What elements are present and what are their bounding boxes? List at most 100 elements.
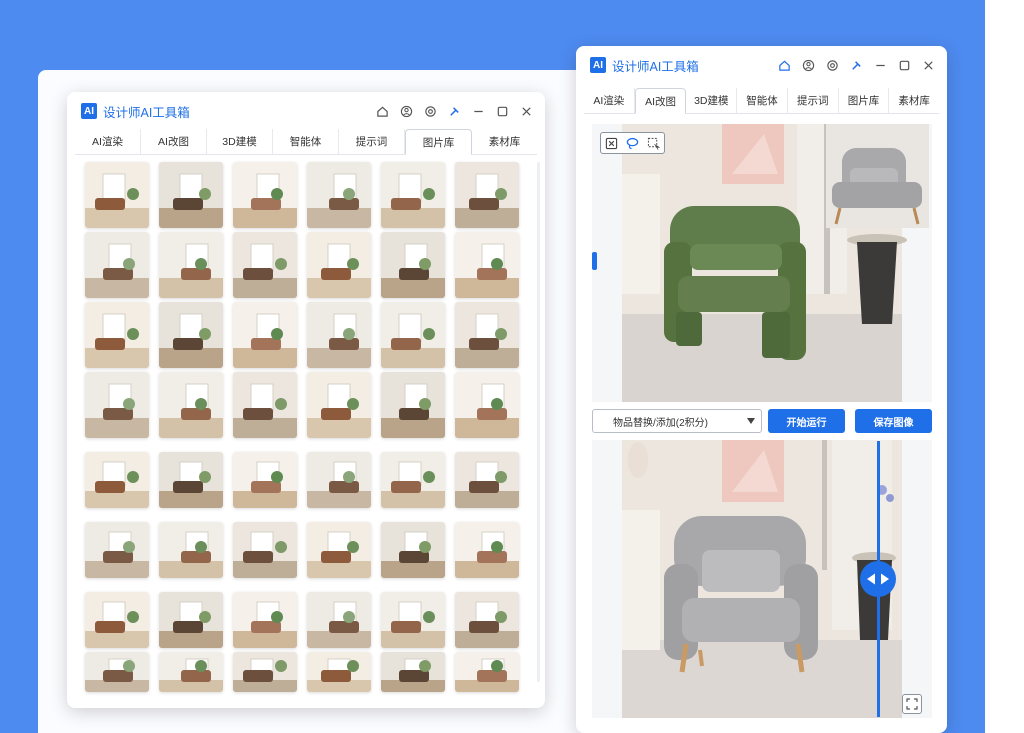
thumbnail-image[interactable] [455, 652, 519, 692]
tab-image-library[interactable]: 图片库 [405, 129, 472, 155]
thumbnail-image[interactable] [233, 522, 297, 578]
lasso-icon[interactable] [622, 133, 643, 153]
thumbnail-image[interactable] [85, 452, 149, 508]
thumbnail-image[interactable] [307, 652, 371, 692]
thumbnail-image[interactable] [455, 302, 519, 368]
run-button[interactable]: 开始运行 [768, 409, 845, 433]
thumbnail-image[interactable] [307, 372, 371, 438]
window-controls [777, 58, 935, 72]
thumbnail-image[interactable] [85, 652, 149, 692]
thumbnail-image[interactable] [381, 162, 445, 228]
expand-icon[interactable] [902, 694, 922, 714]
clear-icon[interactable] [601, 133, 622, 153]
box-select-icon[interactable] [643, 133, 664, 153]
left-window: AI 设计师AI工具箱 AI渲染 AI改图 3D建模 智能体 提示词 图片库 素… [67, 92, 545, 708]
home-icon[interactable] [777, 58, 791, 72]
tab-ai-render[interactable]: AI渲染 [584, 88, 635, 113]
thumbnail-image[interactable] [381, 452, 445, 508]
tab-3d-modeling[interactable]: 3D建模 [207, 129, 273, 154]
thumbnail-image[interactable] [233, 652, 297, 692]
tab-prompts[interactable]: 提示词 [339, 129, 405, 154]
action-row: 物品替换/添加(2积分) 开始运行 保存图像 [592, 409, 932, 433]
thumbnail-image[interactable] [307, 232, 371, 298]
thumbnail-image[interactable] [85, 592, 149, 648]
save-image-button[interactable]: 保存图像 [855, 409, 932, 433]
app-logo: AI [81, 103, 97, 119]
thumbnail-image[interactable] [159, 452, 223, 508]
thumbnail-image[interactable] [159, 592, 223, 648]
tab-asset-library[interactable]: 素材库 [889, 88, 939, 113]
minimize-icon[interactable] [873, 58, 887, 72]
thumbnail-image[interactable] [85, 302, 149, 368]
thumbnail-image[interactable] [455, 372, 519, 438]
thumbnail-image[interactable] [381, 302, 445, 368]
tab-asset-library[interactable]: 素材库 [472, 129, 537, 154]
thumbnail-image[interactable] [455, 162, 519, 228]
user-icon[interactable] [801, 58, 815, 72]
thumbnail-image[interactable] [159, 652, 223, 692]
pin-icon[interactable] [447, 104, 461, 118]
thumbnail-image[interactable] [233, 592, 297, 648]
operation-select-value: 物品替换/添加(2积分) [613, 417, 708, 429]
user-icon[interactable] [399, 104, 413, 118]
thumbnail-image[interactable] [159, 372, 223, 438]
app-logo: AI [590, 57, 606, 73]
thumbnail-image[interactable] [233, 372, 297, 438]
tab-ai-render[interactable]: AI渲染 [75, 129, 141, 154]
backdrop-right [985, 0, 1024, 733]
source-image-canvas[interactable] [592, 124, 932, 402]
app-title: 设计师AI工具箱 [612, 59, 699, 74]
thumbnail-image[interactable] [307, 522, 371, 578]
pin-icon[interactable] [849, 58, 863, 72]
tab-agent[interactable]: 智能体 [737, 88, 788, 113]
thumbnail-image[interactable] [233, 232, 297, 298]
thumbnail-image[interactable] [307, 592, 371, 648]
thumbnail-image[interactable] [455, 232, 519, 298]
left-tab-bar: AI渲染 AI改图 3D建模 智能体 提示词 图片库 素材库 [75, 129, 537, 155]
maximize-icon[interactable] [495, 104, 509, 118]
left-titlebar: AI 设计师AI工具箱 [67, 92, 545, 130]
thumbnail-image[interactable] [85, 522, 149, 578]
tab-3d-modeling[interactable]: 3D建模 [686, 88, 738, 113]
tab-image-library[interactable]: 图片库 [839, 88, 890, 113]
operation-select[interactable]: 物品替换/添加(2积分) [592, 409, 762, 433]
thumbnail-image[interactable] [455, 522, 519, 578]
settings-icon[interactable] [825, 58, 839, 72]
tab-ai-edit[interactable]: AI改图 [141, 129, 207, 154]
tab-agent[interactable]: 智能体 [273, 129, 339, 154]
thumbnail-image[interactable] [233, 302, 297, 368]
compare-slider-handle[interactable] [860, 561, 896, 597]
thumbnail-image[interactable] [159, 522, 223, 578]
home-icon[interactable] [375, 104, 389, 118]
thumbnail-image[interactable] [307, 452, 371, 508]
thumbnail-image[interactable] [307, 162, 371, 228]
close-icon[interactable] [921, 58, 935, 72]
arrows-icon [867, 573, 889, 585]
thumbnail-image[interactable] [159, 302, 223, 368]
settings-icon[interactable] [423, 104, 437, 118]
thumbnail-image[interactable] [233, 162, 297, 228]
minimize-icon[interactable] [471, 104, 485, 118]
selection-toolbar [600, 132, 665, 154]
thumbnail-image[interactable] [233, 452, 297, 508]
thumbnail-image[interactable] [307, 302, 371, 368]
thumbnail-image[interactable] [159, 162, 223, 228]
tab-ai-edit[interactable]: AI改图 [634, 88, 687, 114]
app-title: 设计师AI工具箱 [103, 105, 190, 120]
thumbnail-image[interactable] [159, 232, 223, 298]
thumbnail-image[interactable] [381, 592, 445, 648]
tab-prompts[interactable]: 提示词 [788, 88, 839, 113]
thumbnail-image[interactable] [381, 522, 445, 578]
thumbnail-image[interactable] [85, 232, 149, 298]
thumbnail-image[interactable] [381, 232, 445, 298]
thumbnail-image[interactable] [455, 592, 519, 648]
scrollbar[interactable] [537, 162, 540, 682]
thumbnail-image[interactable] [455, 452, 519, 508]
thumbnail-image[interactable] [381, 652, 445, 692]
thumbnail-image[interactable] [85, 162, 149, 228]
thumbnail-image[interactable] [381, 372, 445, 438]
maximize-icon[interactable] [897, 58, 911, 72]
close-icon[interactable] [519, 104, 533, 118]
source-room-image [592, 124, 929, 402]
thumbnail-image[interactable] [85, 372, 149, 438]
